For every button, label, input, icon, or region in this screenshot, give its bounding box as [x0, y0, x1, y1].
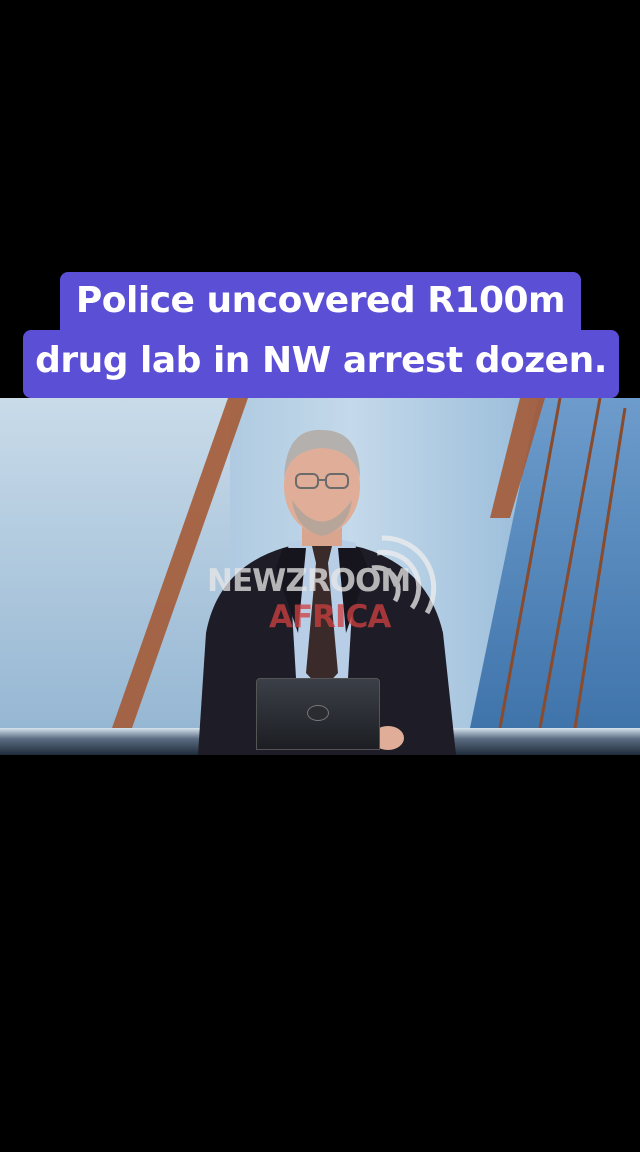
laptop-logo-icon [307, 705, 329, 721]
newzroom-africa-watermark: NEWZROOM AFRICA [207, 533, 437, 643]
caption-line-1: Police uncovered R100m [60, 272, 581, 334]
watermark-text-bottom: AFRICA [269, 599, 391, 635]
news-video-frame[interactable]: NEWZROOM AFRICA [0, 398, 640, 755]
watermark-text-top: NEWZROOM [207, 563, 411, 599]
caption-line-2: drug lab in NW arrest dozen. [23, 330, 619, 398]
laptop [256, 678, 380, 750]
video-player-screen[interactable]: Police uncovered R100m drug lab in NW ar… [0, 0, 640, 1152]
headline-caption: Police uncovered R100m drug lab in NW ar… [0, 272, 640, 398]
